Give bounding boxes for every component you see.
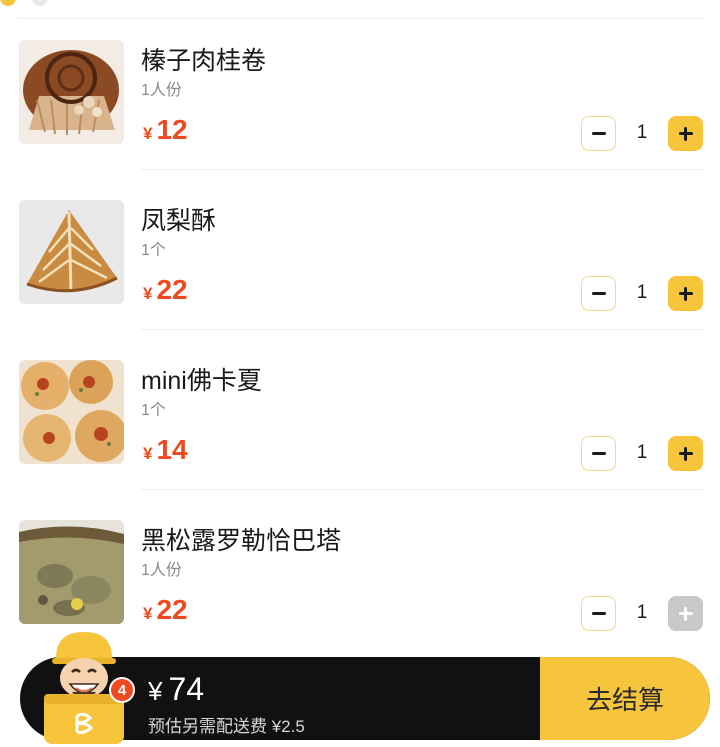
- item-price: ¥22: [143, 274, 188, 306]
- decrease-button[interactable]: [581, 276, 616, 311]
- quantity-value: 1: [636, 282, 648, 303]
- quantity-stepper: 1: [581, 116, 703, 152]
- product-image[interactable]: [19, 200, 124, 304]
- product-image[interactable]: [19, 40, 124, 144]
- divider: [141, 489, 706, 490]
- item-name: 榛子肉桂卷: [141, 47, 267, 75]
- decrease-button[interactable]: [581, 436, 616, 471]
- quantity-stepper: 1: [581, 436, 703, 472]
- product-image[interactable]: [19, 520, 124, 624]
- decrease-button[interactable]: [581, 116, 616, 151]
- top-strip: [0, 0, 720, 18]
- plus-icon-stroke: [684, 126, 687, 141]
- top-decoration: [0, 0, 16, 6]
- item-price: ¥14: [143, 434, 188, 466]
- quantity-value: 1: [636, 122, 648, 143]
- checkout-button[interactable]: 去结算: [540, 657, 710, 740]
- price-value: 22: [156, 274, 188, 305]
- item-name: 凤梨酥: [141, 207, 217, 235]
- item-unit: 1人份: [141, 82, 182, 99]
- price-value: 12: [156, 114, 188, 145]
- decrease-button[interactable]: [581, 596, 616, 631]
- item-price: ¥22: [143, 594, 188, 626]
- total-value: 74: [168, 671, 205, 707]
- divider: [141, 169, 706, 170]
- increase-button[interactable]: [668, 596, 703, 631]
- minus-icon: [591, 612, 606, 615]
- plus-icon-stroke: [684, 446, 687, 461]
- cart-item: 榛子肉桂卷 1人份 ¥12 1: [0, 18, 720, 178]
- plus-icon-stroke: [684, 286, 687, 301]
- item-name: mini佛卡夏: [141, 367, 262, 395]
- increase-button[interactable]: [668, 436, 703, 471]
- top-decoration: [32, 0, 48, 6]
- item-unit: 1人份: [141, 562, 182, 579]
- quantity-stepper: 1: [581, 596, 703, 632]
- currency-symbol: ¥: [143, 284, 153, 303]
- minus-icon: [591, 292, 606, 295]
- increase-button[interactable]: [668, 276, 703, 311]
- currency-symbol: ¥: [143, 444, 153, 463]
- currency-symbol: ¥: [143, 124, 153, 143]
- price-value: 14: [156, 434, 188, 465]
- quantity-value: 1: [636, 442, 648, 463]
- delivery-fee-note: 预估另需配送费 ¥2.5: [148, 717, 305, 736]
- cart-item: mini佛卡夏 1个 ¥14 1: [0, 338, 720, 498]
- currency-symbol: ¥: [143, 604, 153, 623]
- divider: [141, 329, 706, 330]
- item-unit: 1个: [141, 242, 166, 259]
- cart-item: 凤梨酥 1个 ¥22 1: [0, 178, 720, 338]
- price-value: 22: [156, 594, 188, 625]
- quantity-value: 1: [636, 602, 648, 623]
- plus-icon-stroke: [684, 606, 687, 621]
- item-price: ¥12: [143, 114, 188, 146]
- product-image[interactable]: [19, 360, 124, 464]
- cart-total: ¥74: [148, 671, 204, 708]
- increase-button[interactable]: [668, 116, 703, 151]
- minus-icon: [591, 452, 606, 455]
- minus-icon: [591, 132, 606, 135]
- currency-symbol: ¥: [148, 676, 163, 706]
- quantity-stepper: 1: [581, 276, 703, 312]
- item-name: 黑松露罗勒恰巴塔: [141, 527, 342, 555]
- item-unit: 1个: [141, 402, 166, 419]
- cart-count-badge: 4: [109, 677, 135, 703]
